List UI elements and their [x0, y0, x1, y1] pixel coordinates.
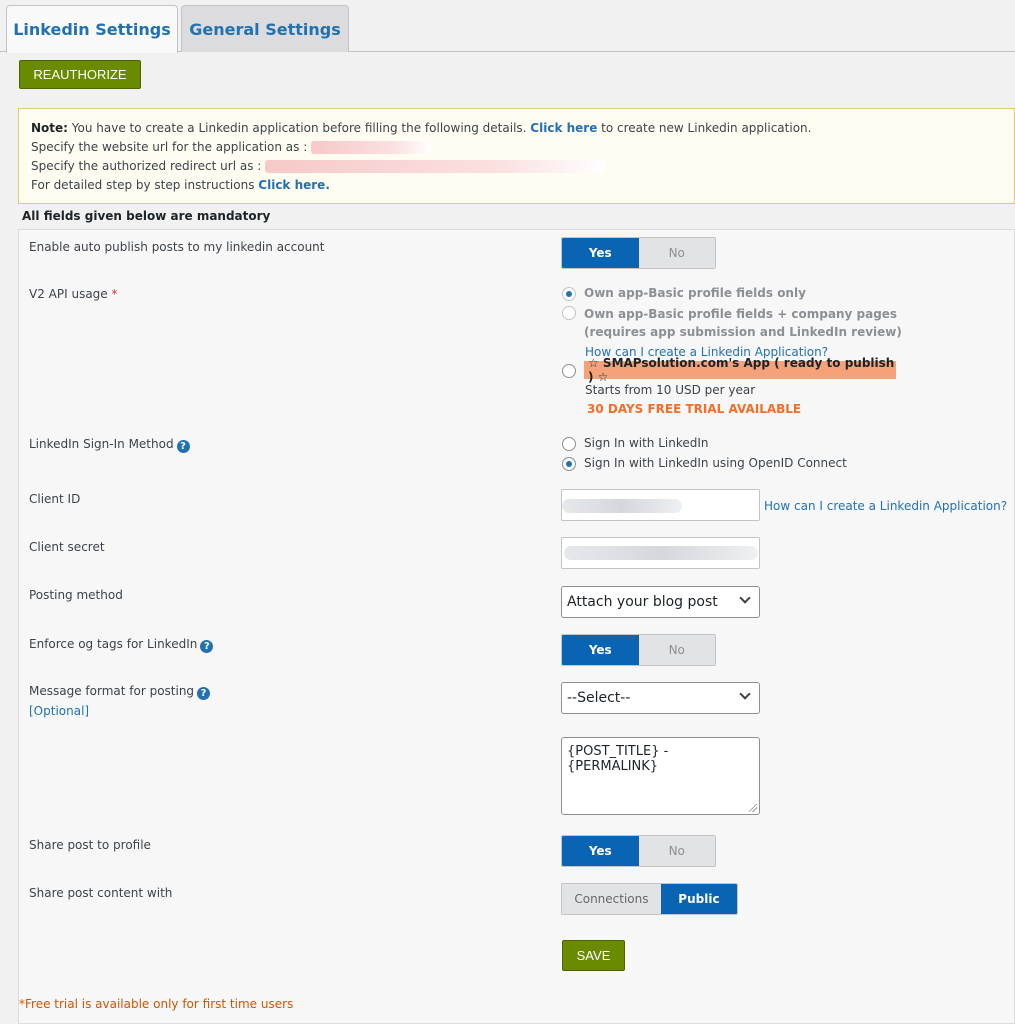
tab-bar: Linkedin Settings General Settings: [0, 0, 1015, 53]
api-option-smap[interactable]: [562, 363, 584, 378]
share-content-toggle: Connections Public: [561, 883, 738, 915]
signin-option-linkedin[interactable]: Sign In with LinkedIn: [562, 436, 709, 451]
share-profile-toggle: Yes No: [561, 835, 716, 867]
optional-link[interactable]: [Optional]: [29, 704, 89, 718]
signin-method-label: LinkedIn Sign-In Method?: [29, 437, 190, 453]
auto-publish-label: Enable auto publish posts to my linkedin…: [29, 240, 325, 254]
resize-handle-icon[interactable]: [749, 804, 757, 812]
message-format-textarea[interactable]: {POST_TITLE} - {PERMALINK}: [561, 737, 760, 815]
client-secret-input[interactable]: [561, 537, 760, 569]
share-profile-no[interactable]: No: [638, 836, 715, 866]
message-format-label-text: Message format for posting: [29, 684, 195, 698]
redacted-redirect-url: [265, 160, 606, 173]
message-format-label: Message format for posting?: [29, 684, 211, 700]
og-tags-no[interactable]: No: [638, 635, 715, 665]
note-text: You have to create a Linkedin applicatio…: [67, 121, 531, 135]
radio-signin-openid[interactable]: [562, 457, 576, 471]
api-option-company-label: Own app-Basic profile fields + company p…: [584, 307, 898, 321]
auto-publish-toggle: Yes No: [561, 237, 716, 269]
note-prefix: Note:: [31, 121, 68, 135]
radio-basic[interactable]: [562, 287, 576, 301]
api-option-company[interactable]: Own app-Basic profile fields + company p…: [562, 305, 902, 341]
message-format-text: {POST_TITLE} - {PERMALINK}: [567, 744, 669, 774]
chevron-down-icon: [739, 688, 751, 700]
website-url-text: Specify the website url for the applicat…: [31, 140, 312, 154]
required-mark: *: [111, 287, 118, 301]
signin-option-openid[interactable]: Sign In with LinkedIn using OpenID Conne…: [562, 456, 847, 471]
og-tags-label-text: Enforce og tags for LinkedIn: [29, 637, 198, 651]
instructions-text: For detailed step by step instructions: [31, 178, 259, 192]
client-id-help-link[interactable]: How can I create a Linkedin Application?: [764, 499, 1007, 513]
signin-option-openid-label: Sign In with LinkedIn using OpenID Conne…: [584, 456, 847, 470]
share-content-label: Share post content with: [29, 886, 173, 900]
api-option-basic[interactable]: Own app-Basic profile fields only: [562, 286, 806, 301]
radio-signin-linkedin[interactable]: [562, 437, 576, 451]
api-option-basic-label: Own app-Basic profile fields only: [584, 286, 806, 300]
redirect-url-text: Specify the authorized redirect url as :: [31, 159, 266, 173]
free-trial-footnote: *Free trial is available only for first …: [19, 997, 294, 1011]
api-usage-label-text: V2 API usage: [29, 287, 108, 301]
redacted-client-id: [562, 499, 682, 513]
posting-method-value: Attach your blog post: [567, 594, 718, 610]
tab-general-settings[interactable]: General Settings: [181, 5, 349, 52]
create-app-link[interactable]: Click here: [530, 121, 597, 135]
help-icon[interactable]: ?: [176, 440, 190, 453]
help-icon[interactable]: ?: [200, 640, 214, 653]
smap-price: Starts from 10 USD per year: [585, 383, 756, 397]
auto-publish-yes[interactable]: Yes: [562, 238, 639, 268]
redacted-website-url: [311, 141, 432, 154]
smap-app-badge: ☆ SMAPsolution.com's App ( ready to publ…: [584, 356, 896, 384]
share-profile-yes[interactable]: Yes: [562, 836, 639, 866]
posting-method-label: Posting method: [29, 588, 123, 602]
mandatory-notice: All fields given below are mandatory: [22, 209, 271, 223]
api-option-company-note: (requires app submission and LinkedIn re…: [584, 325, 902, 339]
note-text-2: to create new Linkedin application.: [597, 121, 812, 135]
settings-form: [18, 229, 1015, 1024]
share-profile-label: Share post to profile: [29, 838, 151, 852]
message-format-select[interactable]: --Select--: [561, 682, 760, 714]
posting-method-select[interactable]: Attach your blog post: [561, 586, 760, 618]
client-secret-label: Client secret: [29, 540, 105, 554]
og-tags-yes[interactable]: Yes: [562, 635, 639, 665]
api-usage-label: V2 API usage *: [29, 287, 118, 301]
save-button[interactable]: SAVE: [562, 940, 625, 971]
signin-option-linkedin-label: Sign In with LinkedIn: [584, 436, 709, 450]
instructions-link[interactable]: Click here.: [258, 178, 330, 192]
message-format-select-value: --Select--: [567, 690, 631, 706]
auto-publish-no[interactable]: No: [638, 238, 715, 268]
free-trial-text: 30 DAYS FREE TRIAL AVAILABLE: [587, 402, 802, 416]
help-icon[interactable]: ?: [197, 687, 211, 700]
client-id-input[interactable]: [561, 489, 760, 521]
radio-company[interactable]: [562, 306, 576, 320]
og-tags-toggle: Yes No: [561, 634, 716, 666]
tab-linkedin-settings[interactable]: Linkedin Settings: [6, 5, 178, 53]
og-tags-label: Enforce og tags for LinkedIn?: [29, 637, 214, 653]
redacted-client-secret: [564, 546, 758, 560]
note-box: Note: You have to create a Linkedin appl…: [18, 108, 1015, 204]
chevron-down-icon: [739, 592, 751, 604]
radio-smap[interactable]: [562, 364, 576, 378]
share-content-connections[interactable]: Connections: [562, 884, 661, 914]
client-id-label: Client ID: [29, 492, 81, 506]
signin-method-label-text: LinkedIn Sign-In Method: [29, 437, 174, 451]
reauthorize-button[interactable]: REAUTHORIZE: [19, 60, 141, 89]
share-content-public[interactable]: Public: [660, 884, 737, 914]
